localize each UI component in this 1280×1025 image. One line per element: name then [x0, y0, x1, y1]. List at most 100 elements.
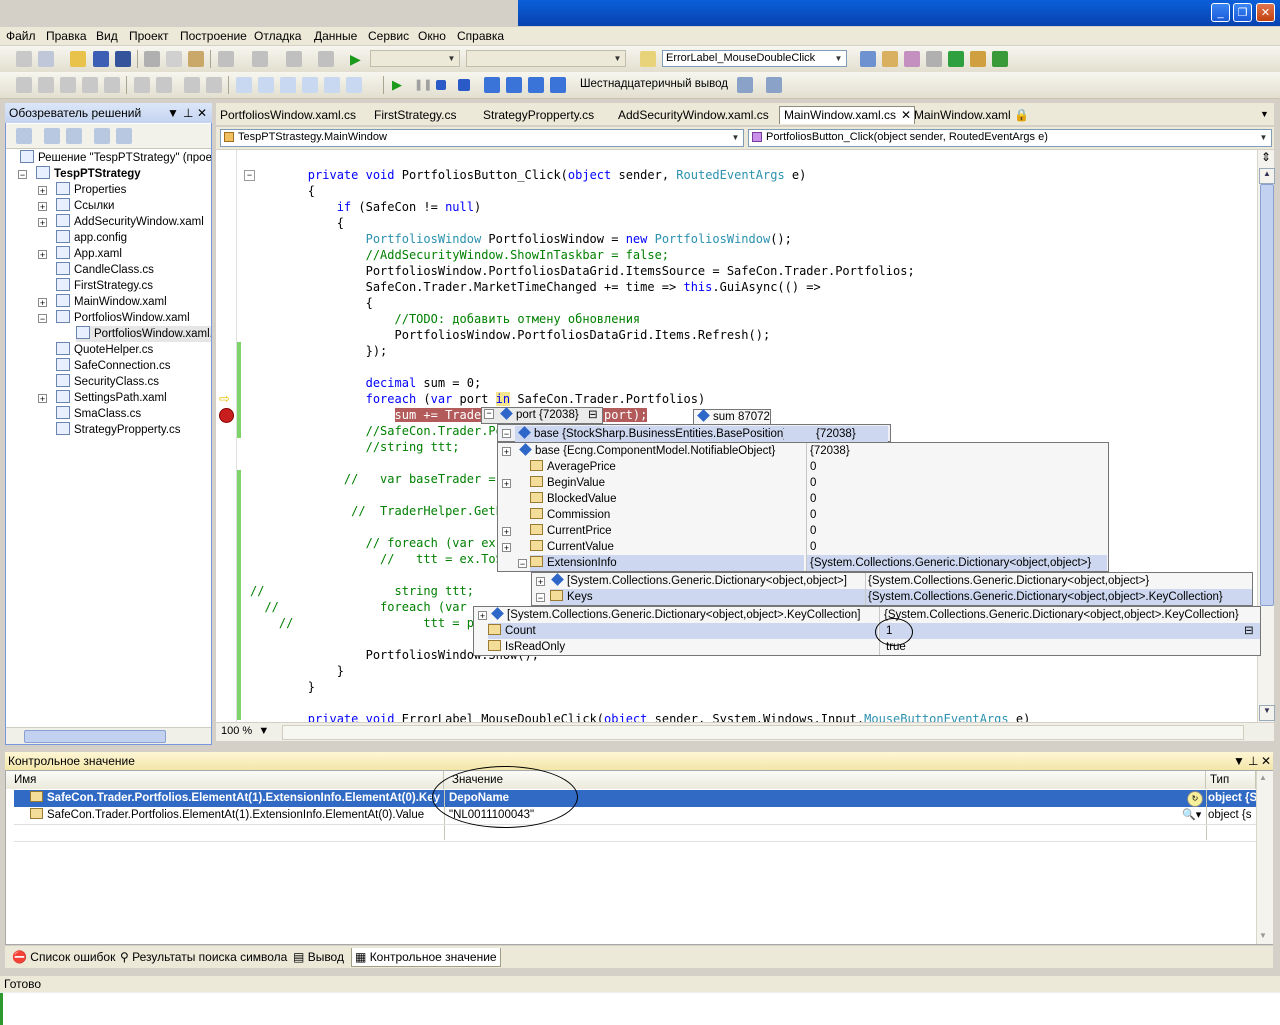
windows-icon[interactable]	[992, 51, 1008, 67]
navigate-back-icon[interactable]	[286, 51, 302, 67]
tab-watch[interactable]: ▦ Контрольное значение	[351, 948, 501, 967]
tab-mainwindow-xaml[interactable]: MainWindow.xaml 🔒	[910, 107, 1033, 124]
column-name[interactable]: Имя	[6, 771, 444, 789]
cut-icon[interactable]	[144, 51, 160, 67]
hex-display-button[interactable]: Шестнадцатеричный вывод	[580, 78, 728, 90]
save-icon[interactable]	[93, 51, 109, 67]
expand-icon[interactable]: +	[38, 186, 47, 196]
solution-tree-item[interactable]: + AddSecurityWindow.xaml	[38, 214, 204, 230]
solution-tree-item[interactable]: app.config	[56, 230, 127, 246]
scroll-up-icon[interactable]: ▲	[1259, 168, 1275, 184]
tab-output[interactable]: ▤ Вывод	[290, 948, 347, 966]
breakpoints-window-icon[interactable]	[766, 77, 782, 93]
quick-info-icon[interactable]	[104, 77, 120, 93]
solution-tree-item[interactable]: + Properties	[38, 182, 126, 198]
horizontal-scrollbar[interactable]	[6, 727, 211, 744]
pin-icon[interactable]: ⊟	[1244, 623, 1254, 639]
solution-tree-item[interactable]: SecurityClass.cs	[56, 374, 159, 390]
restart-icon[interactable]	[458, 79, 470, 91]
show-all-files-icon[interactable]	[44, 128, 60, 144]
step-over-icon[interactable]	[528, 77, 544, 93]
solution-tree-item[interactable]: Решение "TespPTStrategy" (проект	[20, 150, 211, 166]
class-view-icon[interactable]	[970, 51, 986, 67]
navigate-forward-icon[interactable]	[318, 51, 334, 67]
collapse-icon[interactable]: −	[38, 314, 47, 324]
watch-row[interactable]: SafeCon.Trader.Portfolios.ElementAt(1).E…	[30, 807, 424, 824]
start-debug-icon[interactable]: ▶	[350, 51, 366, 67]
watch-row[interactable]: SafeCon.Trader.Portfolios.ElementAt(1).E…	[30, 790, 440, 807]
find-in-files-icon[interactable]	[640, 51, 656, 67]
collapse-icon[interactable]: −	[502, 429, 511, 439]
split-icon[interactable]: ⇕	[1259, 150, 1273, 166]
column-type[interactable]: Тип	[1206, 771, 1256, 789]
new-project-icon[interactable]	[16, 51, 32, 67]
pin-icon[interactable]: ⊟	[588, 408, 598, 423]
copy-icon[interactable]	[166, 51, 182, 67]
next-bookmark-folder-icon[interactable]	[324, 77, 340, 93]
find-combo[interactable]: ErrorLabel_MouseDoubleClick ▼	[662, 50, 847, 67]
debug-windows-icon[interactable]	[737, 77, 753, 93]
datatip-port[interactable]: − port {72038} ⊟	[481, 407, 603, 424]
collapse-icon[interactable]: −	[484, 409, 494, 419]
solution-tree-item[interactable]: SmaClass.cs	[56, 406, 141, 422]
tab-addsecuritywindow-xaml-cs[interactable]: AddSecurityWindow.xaml.cs	[614, 107, 773, 124]
configuration-combo[interactable]: ▼	[370, 50, 460, 67]
expand-icon[interactable]: +	[502, 543, 511, 553]
scroll-up-icon[interactable]: ▲	[1259, 773, 1267, 782]
member-combo[interactable]: PortfoliosButton_Click(object sender, Ro…	[748, 129, 1272, 147]
close-panel-icon[interactable]: ✕	[1261, 752, 1271, 770]
pin-icon[interactable]: ⊥	[1248, 752, 1258, 770]
type-combo[interactable]: TespPTStrastegy.MainWindow ▼	[220, 129, 744, 147]
save-all-icon[interactable]	[115, 51, 131, 67]
maximize-button[interactable]: ❐	[1233, 3, 1252, 22]
scrollbar-thumb[interactable]	[1260, 184, 1274, 606]
solution-tree-item[interactable]: + SettingsPath.xaml	[38, 390, 167, 406]
menu-file[interactable]: Файл	[6, 29, 36, 43]
expand-icon[interactable]: +	[502, 527, 511, 537]
uncomment-icon[interactable]	[206, 77, 222, 93]
menu-build[interactable]: Построение	[180, 29, 247, 43]
scroll-down-icon[interactable]: ▼	[1259, 705, 1275, 721]
watch-scrollbar[interactable]: ▲ ▼	[1256, 771, 1273, 944]
collapse-icon[interactable]: −	[536, 593, 545, 603]
editor-horizontal-scrollbar[interactable]	[282, 725, 1244, 740]
solution-tree-item[interactable]: + Ссылки	[38, 198, 115, 214]
prev-bookmark-folder-icon[interactable]	[302, 77, 318, 93]
refresh-icon[interactable]: ↻	[1187, 791, 1203, 807]
expand-icon[interactable]: +	[38, 202, 47, 212]
datatip-row[interactable]: CurrentValue	[530, 539, 804, 555]
solution-tree-item[interactable]: FirstStrategy.cs	[56, 278, 153, 294]
menu-debug[interactable]: Отладка	[254, 29, 301, 43]
scroll-down-icon[interactable]: ▼	[1259, 931, 1267, 940]
datatip-row[interactable]: Commission	[530, 507, 804, 523]
datatip-row[interactable]: AveragePrice	[530, 459, 804, 475]
menu-data[interactable]: Данные	[314, 29, 357, 43]
collapse-icon[interactable]	[38, 77, 54, 93]
tab-firststrategy-cs[interactable]: FirstStrategy.cs	[370, 107, 460, 124]
datatip-row[interactable]: BeginValue	[530, 475, 804, 491]
object-browser-icon[interactable]	[904, 51, 920, 67]
paste-icon[interactable]	[188, 51, 204, 67]
outline-icon[interactable]	[16, 77, 32, 93]
dropdown-icon[interactable]: ▼	[167, 103, 179, 123]
solution-tree-item[interactable]: − PortfoliosWindow.xaml	[38, 310, 190, 326]
solution-tree-item[interactable]: StrategyPropperty.cs	[56, 422, 181, 438]
open-folder-icon[interactable]	[70, 51, 86, 67]
breakpoint-icon[interactable]	[219, 408, 234, 423]
solution-tree-item[interactable]: − TespPTStrategy	[18, 166, 141, 182]
list-members-icon[interactable]	[60, 77, 76, 93]
datatip-row[interactable]: BlockedValue	[530, 491, 804, 507]
solution-tree-item[interactable]: + App.xaml	[38, 246, 122, 262]
break-all-icon[interactable]: ❚❚	[414, 77, 432, 93]
prev-bookmark-icon[interactable]	[258, 77, 274, 93]
dropdown-icon[interactable]: ▼	[1233, 752, 1245, 770]
expand-icon[interactable]: +	[502, 447, 511, 457]
parameter-info-icon[interactable]	[82, 77, 98, 93]
tab-find-symbol-results[interactable]: ⚲ Результаты поиска символа	[117, 948, 290, 966]
properties-icon[interactable]	[16, 128, 32, 144]
show-next-statement-icon[interactable]	[484, 77, 500, 93]
expand-icon[interactable]: +	[38, 218, 47, 228]
menu-edit[interactable]: Правка	[46, 29, 87, 43]
expand-icon[interactable]: +	[536, 577, 545, 587]
decrease-indent-icon[interactable]	[134, 77, 150, 93]
